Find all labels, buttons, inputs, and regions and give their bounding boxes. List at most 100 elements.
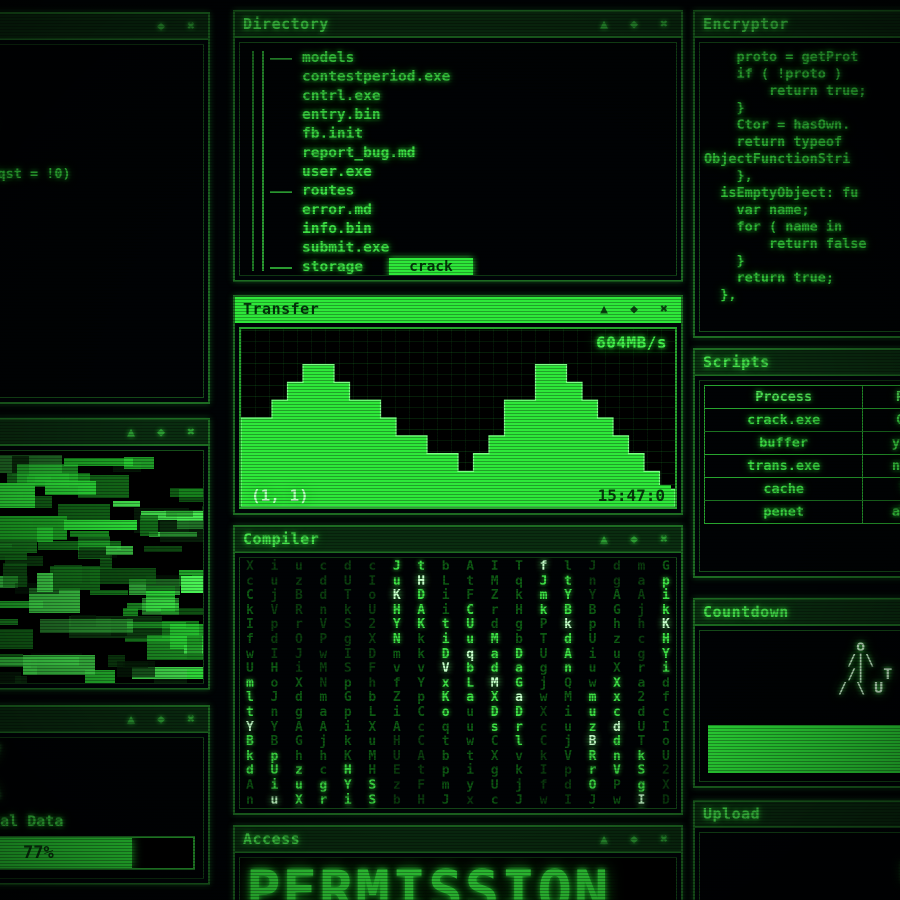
resize-icon[interactable]: ◆ [627, 532, 641, 546]
tree-file[interactable]: report_bug.md [270, 144, 676, 163]
matrix-char: c [417, 719, 426, 735]
table-column-header: Process [703, 385, 864, 409]
tree-file[interactable]: info.bin [270, 220, 676, 239]
tree-file[interactable]: submit.exe [270, 239, 676, 258]
tree-file[interactable]: contestperiod.exe [270, 68, 676, 87]
window-terminal-left[interactable]: ◆ ✖ ck): ($.Rqst = !0) [0, 12, 210, 404]
close-icon[interactable]: ✖ [657, 302, 671, 316]
close-icon[interactable]: ✖ [657, 17, 671, 31]
matrix-char: U [392, 748, 401, 764]
matrix-char: b [441, 748, 450, 764]
minimize-icon[interactable]: ▲ [597, 302, 611, 316]
table-row[interactable]: crack.exeCauM [703, 408, 900, 432]
minimize-icon[interactable]: ▲ [597, 832, 611, 846]
matrix-char: d [564, 777, 572, 793]
window-controls[interactable]: ◆ ✖ [154, 19, 202, 33]
minimize-icon[interactable]: ▲ [597, 17, 611, 31]
tree-file[interactable]: cntrl.exe [270, 87, 676, 106]
titlebar-directory[interactable]: Directory ▲ ◆ ✖ [235, 12, 681, 38]
window-encryptor[interactable]: Encryptor proto = getProt if ( !proto ) … [693, 10, 900, 338]
matrix-char: H [368, 763, 377, 779]
resize-icon[interactable]: ◆ [627, 302, 641, 316]
matrix-char: m [539, 588, 548, 604]
matrix-char: F [466, 588, 475, 604]
matrix-char: K [661, 617, 670, 633]
tree-folder[interactable]: models [270, 49, 676, 68]
matrix-char: j [539, 675, 548, 691]
minimize-icon[interactable]: ▲ [124, 425, 138, 439]
window-controls[interactable]: ▲ ◆ ✖ [124, 425, 202, 439]
matrix-char: f [539, 777, 548, 793]
table-cell: nmBue [862, 454, 900, 478]
window-controls[interactable]: ▲ ◆ ✖ [597, 302, 675, 316]
titlebar-scripts[interactable]: Scripts [695, 350, 900, 376]
matrix-char: d [613, 719, 621, 735]
tree-folder[interactable]: routes [270, 182, 676, 201]
titlebar-upload[interactable]: Upload [695, 802, 900, 828]
window-transfer[interactable]: Transfer ▲ ◆ ✖ 604MB/s (1, 1) 15:47:0 [233, 295, 683, 515]
close-icon[interactable]: ✖ [184, 712, 198, 726]
window-critical-data[interactable]: ▲ ◆ ✖ / | \ ritical Data 77% [0, 705, 210, 885]
matrix-column: GpikKHYidfcIoU2XDFh [661, 559, 670, 808]
table-row[interactable]: trans.exenmBue [703, 454, 900, 478]
window-glitch[interactable]: ▲ ◆ ✖ [0, 418, 210, 690]
close-icon[interactable]: ✖ [657, 832, 671, 846]
window-countdown[interactable]: Countdown o /|\ /| T / \ U 8 [693, 598, 900, 788]
table-row[interactable]: penetaMIUB [703, 500, 900, 524]
crack-button[interactable]: crack [389, 258, 473, 275]
window-access[interactable]: Access ▲ ◆ ✖ PERMISSION [233, 825, 683, 900]
titlebar-countdown[interactable]: Countdown [695, 600, 900, 626]
titlebar-access[interactable]: Access ▲ ◆ ✖ [235, 827, 681, 853]
minimize-icon[interactable]: ▲ [597, 532, 611, 546]
matrix-column: IMZrdMadMXDsCXgUcMz [491, 559, 499, 808]
window-upload[interactable]: Upload / | \ [693, 800, 900, 900]
glitch-block [140, 515, 159, 537]
window-directory[interactable]: Directory ▲ ◆ ✖ models contestperiod.exe c… [233, 10, 683, 282]
window-controls[interactable]: ▲ ◆ ✖ [597, 532, 675, 546]
matrix-char: I [661, 719, 670, 735]
titlebar-critical[interactable]: ▲ ◆ ✖ [0, 707, 208, 733]
matrix-char: Y [417, 675, 426, 691]
matrix-char: f [392, 675, 401, 691]
close-icon[interactable]: ✖ [657, 532, 671, 546]
matrix-char: d [319, 588, 328, 604]
table-row[interactable]: bufferyitLO [703, 431, 900, 455]
window-body: proto = getProt if ( !proto ) return tru… [699, 42, 900, 332]
close-icon[interactable]: ✖ [184, 19, 198, 33]
window-body: / | \ [699, 832, 900, 900]
titlebar-transfer[interactable]: Transfer ▲ ◆ ✖ [235, 297, 681, 323]
window-controls[interactable]: ▲ ◆ ✖ [597, 832, 675, 846]
resize-icon[interactable]: ◆ [154, 19, 168, 33]
titlebar-compiler[interactable]: Compiler ▲ ◆ ✖ [235, 527, 681, 553]
matrix-char: L [368, 704, 377, 720]
matrix-char: V [613, 763, 621, 779]
tree-file[interactable]: error.md [270, 201, 676, 220]
resize-icon[interactable]: ◆ [154, 425, 168, 439]
matrix-char: b [466, 661, 475, 677]
resize-icon[interactable]: ◆ [627, 832, 641, 846]
window-controls[interactable]: ▲ ◆ ✖ [124, 712, 202, 726]
tree-file[interactable]: fb.init [270, 125, 676, 144]
titlebar-encryptor[interactable]: Encryptor [695, 12, 900, 38]
tree-file[interactable]: entry.bin [270, 106, 676, 125]
matrix-char: d [613, 559, 621, 574]
glitch-block [45, 480, 96, 496]
titlebar-terminal-left[interactable]: ◆ ✖ [0, 14, 208, 40]
tree-file[interactable]: user.exe [270, 163, 676, 182]
table-row[interactable]: cacheTjp [703, 477, 900, 501]
titlebar-glitch[interactable]: ▲ ◆ ✖ [0, 420, 208, 446]
matrix-char: D [368, 646, 377, 662]
close-icon[interactable]: ✖ [184, 425, 198, 439]
resize-icon[interactable]: ◆ [627, 17, 641, 31]
window-scripts[interactable]: Scripts ProcessPass crack.exeCauMbuffery… [693, 348, 900, 578]
countdown-progress-bar: 8 [708, 725, 900, 773]
tree-folder[interactable]: storage crack [270, 258, 676, 275]
window-controls[interactable]: ▲ ◆ ✖ [597, 17, 675, 31]
glitch-block [186, 635, 203, 660]
tree-rail-inner [262, 51, 264, 271]
glitch-block [123, 662, 149, 669]
window-compiler[interactable]: Compiler ▲ ◆ ✖ XcCkIfwUmltYBkdAnQMiujVpd… [233, 525, 683, 815]
matrix-char: t [441, 734, 450, 750]
resize-icon[interactable]: ◆ [154, 712, 168, 726]
minimize-icon[interactable]: ▲ [124, 712, 138, 726]
